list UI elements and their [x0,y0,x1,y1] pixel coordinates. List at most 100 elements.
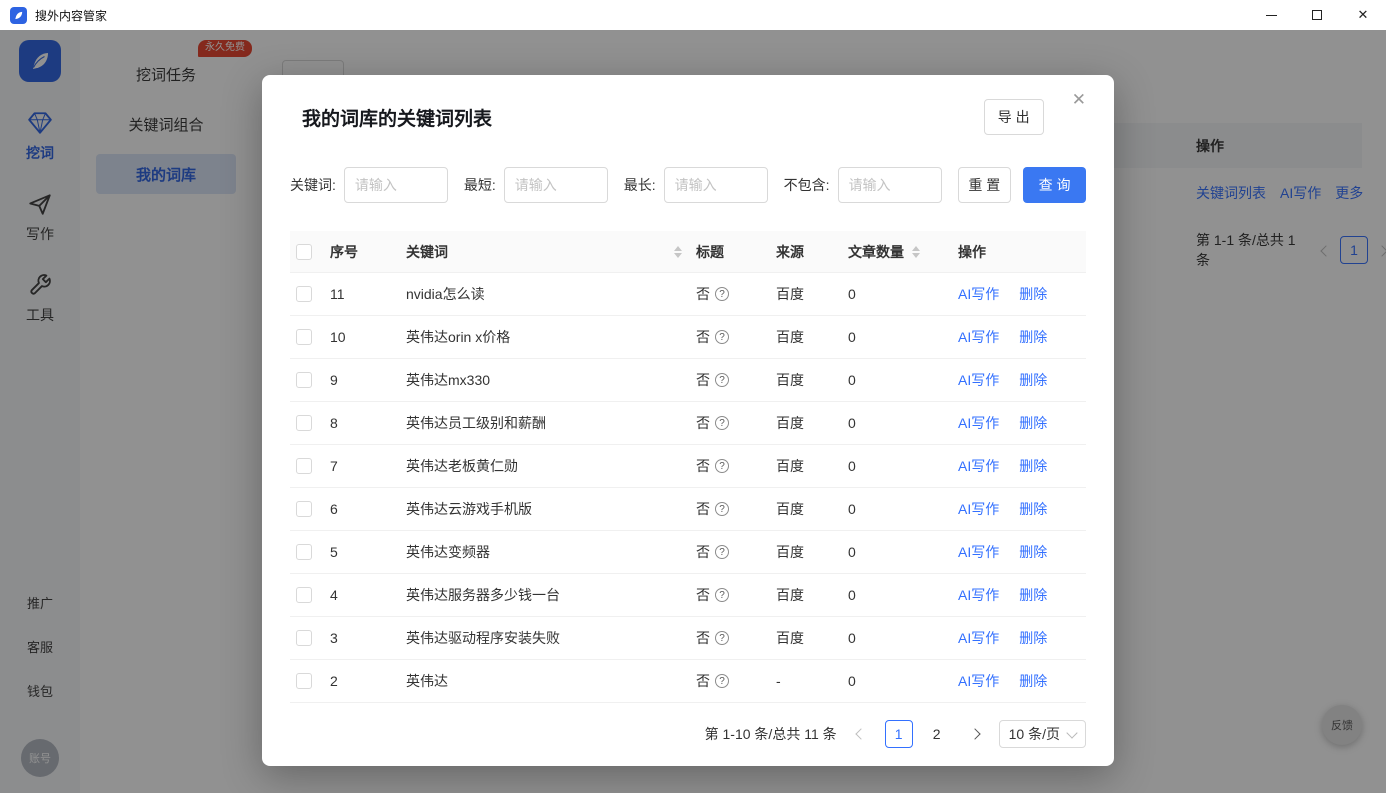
row-checkbox[interactable] [296,329,312,345]
row-ops: AI写作 删除 [958,628,1086,648]
sort-keyword-control[interactable] [674,246,682,258]
reset-button[interactable]: 重 置 [958,167,1012,203]
row-count: 0 [848,630,958,646]
keyword-filter-input[interactable] [344,167,448,203]
close-modal-button[interactable]: ✕ [1072,91,1086,108]
row-checkbox[interactable] [296,372,312,388]
question-circle-icon[interactable]: ? [715,631,729,645]
table-row: 11 nvidia怎么读 否 ? 百度 0 AI写作 删除 [290,273,1086,316]
window-title: 搜外内容管家 [35,7,107,24]
row-ai-write-link[interactable]: AI写作 [958,327,999,347]
chevron-right-icon [969,728,980,739]
table-row: 5 英伟达变频器 否 ? 百度 0 AI写作 删除 [290,531,1086,574]
prev-page-button[interactable] [847,720,875,748]
question-circle-icon[interactable]: ? [715,373,729,387]
question-circle-icon[interactable]: ? [715,287,729,301]
select-all-checkbox[interactable] [296,244,312,260]
min-length-input[interactable] [504,167,608,203]
question-circle-icon[interactable]: ? [715,459,729,473]
close-window-button[interactable]: ✕ [1340,0,1386,30]
row-ai-write-link[interactable]: AI写作 [958,628,999,648]
row-ops: AI写作 删除 [958,585,1086,605]
header-keyword: 关键词 [406,242,696,262]
row-delete-link[interactable]: 删除 [1019,284,1047,304]
row-delete-link[interactable]: 删除 [1019,542,1047,562]
table-row: 8 英伟达员工级别和薪酬 否 ? 百度 0 AI写作 删除 [290,402,1086,445]
chevron-down-icon [1066,727,1077,738]
row-count: 0 [848,372,958,388]
row-ops: AI写作 删除 [958,327,1086,347]
caret-down-icon [912,253,920,258]
max-length-input[interactable] [664,167,768,203]
row-checkbox-cell [290,587,330,603]
maximize-button[interactable] [1294,0,1340,30]
question-circle-icon[interactable]: ? [715,674,729,688]
row-checkbox[interactable] [296,458,312,474]
row-checkbox[interactable] [296,286,312,302]
row-delete-link[interactable]: 删除 [1019,671,1047,691]
maximize-icon [1312,10,1322,20]
row-ai-write-link[interactable]: AI写作 [958,370,999,390]
row-source: 百度 [776,456,848,476]
row-ai-write-link[interactable]: AI写作 [958,284,999,304]
minimize-button[interactable] [1248,0,1294,30]
row-checkbox[interactable] [296,630,312,646]
next-page-button[interactable] [961,720,989,748]
row-ai-write-link[interactable]: AI写作 [958,585,999,605]
keyword-filter-label: 关键词: [290,175,336,195]
sort-count-control[interactable] [912,246,920,258]
row-delete-link[interactable]: 删除 [1019,456,1047,476]
row-checkbox-cell [290,415,330,431]
question-circle-icon[interactable]: ? [715,588,729,602]
row-index: 4 [330,587,406,603]
row-ai-write-link[interactable]: AI写作 [958,456,999,476]
modal-header: 我的词库的关键词列表 导 出 ✕ [290,99,1086,135]
exclude-input[interactable] [838,167,942,203]
row-source: 百度 [776,413,848,433]
row-delete-link[interactable]: 删除 [1019,413,1047,433]
row-checkbox[interactable] [296,673,312,689]
row-ai-write-link[interactable]: AI写作 [958,499,999,519]
row-checkbox[interactable] [296,587,312,603]
row-index: 2 [330,673,406,689]
page-size-select[interactable]: 10 条/页 [999,720,1086,748]
row-checkbox[interactable] [296,415,312,431]
row-checkbox[interactable] [296,544,312,560]
row-title: 否 ? [696,671,776,691]
question-circle-icon[interactable]: ? [715,502,729,516]
row-ai-write-link[interactable]: AI写作 [958,413,999,433]
row-source: 百度 [776,542,848,562]
row-count: 0 [848,587,958,603]
row-title-value: 否 [696,542,710,562]
row-ai-write-link[interactable]: AI写作 [958,671,999,691]
row-count: 0 [848,415,958,431]
page-1-button[interactable]: 1 [885,720,913,748]
row-checkbox-cell [290,458,330,474]
row-delete-link[interactable]: 删除 [1019,327,1047,347]
app-logo-icon [10,7,27,24]
row-delete-link[interactable]: 删除 [1019,628,1047,648]
row-source: 百度 [776,284,848,304]
row-delete-link[interactable]: 删除 [1019,370,1047,390]
row-index: 10 [330,329,406,345]
row-ai-write-link[interactable]: AI写作 [958,542,999,562]
caret-down-icon [674,253,682,258]
row-keyword: 英伟达驱动程序安装失败 [406,628,696,648]
row-checkbox[interactable] [296,501,312,517]
query-button[interactable]: 查 询 [1023,167,1086,203]
row-checkbox-cell [290,372,330,388]
row-title-value: 否 [696,671,710,691]
window-titlebar: 搜外内容管家 ✕ [0,0,1386,30]
export-button[interactable]: 导 出 [984,99,1044,135]
question-circle-icon[interactable]: ? [715,330,729,344]
page-2-button[interactable]: 2 [923,720,951,748]
row-delete-link[interactable]: 删除 [1019,499,1047,519]
question-circle-icon[interactable]: ? [715,416,729,430]
row-keyword: 英伟达mx330 [406,370,696,390]
row-count: 0 [848,458,958,474]
question-circle-icon[interactable]: ? [715,545,729,559]
row-delete-link[interactable]: 删除 [1019,585,1047,605]
row-index: 5 [330,544,406,560]
row-title: 否 ? [696,499,776,519]
caret-up-icon [912,246,920,251]
